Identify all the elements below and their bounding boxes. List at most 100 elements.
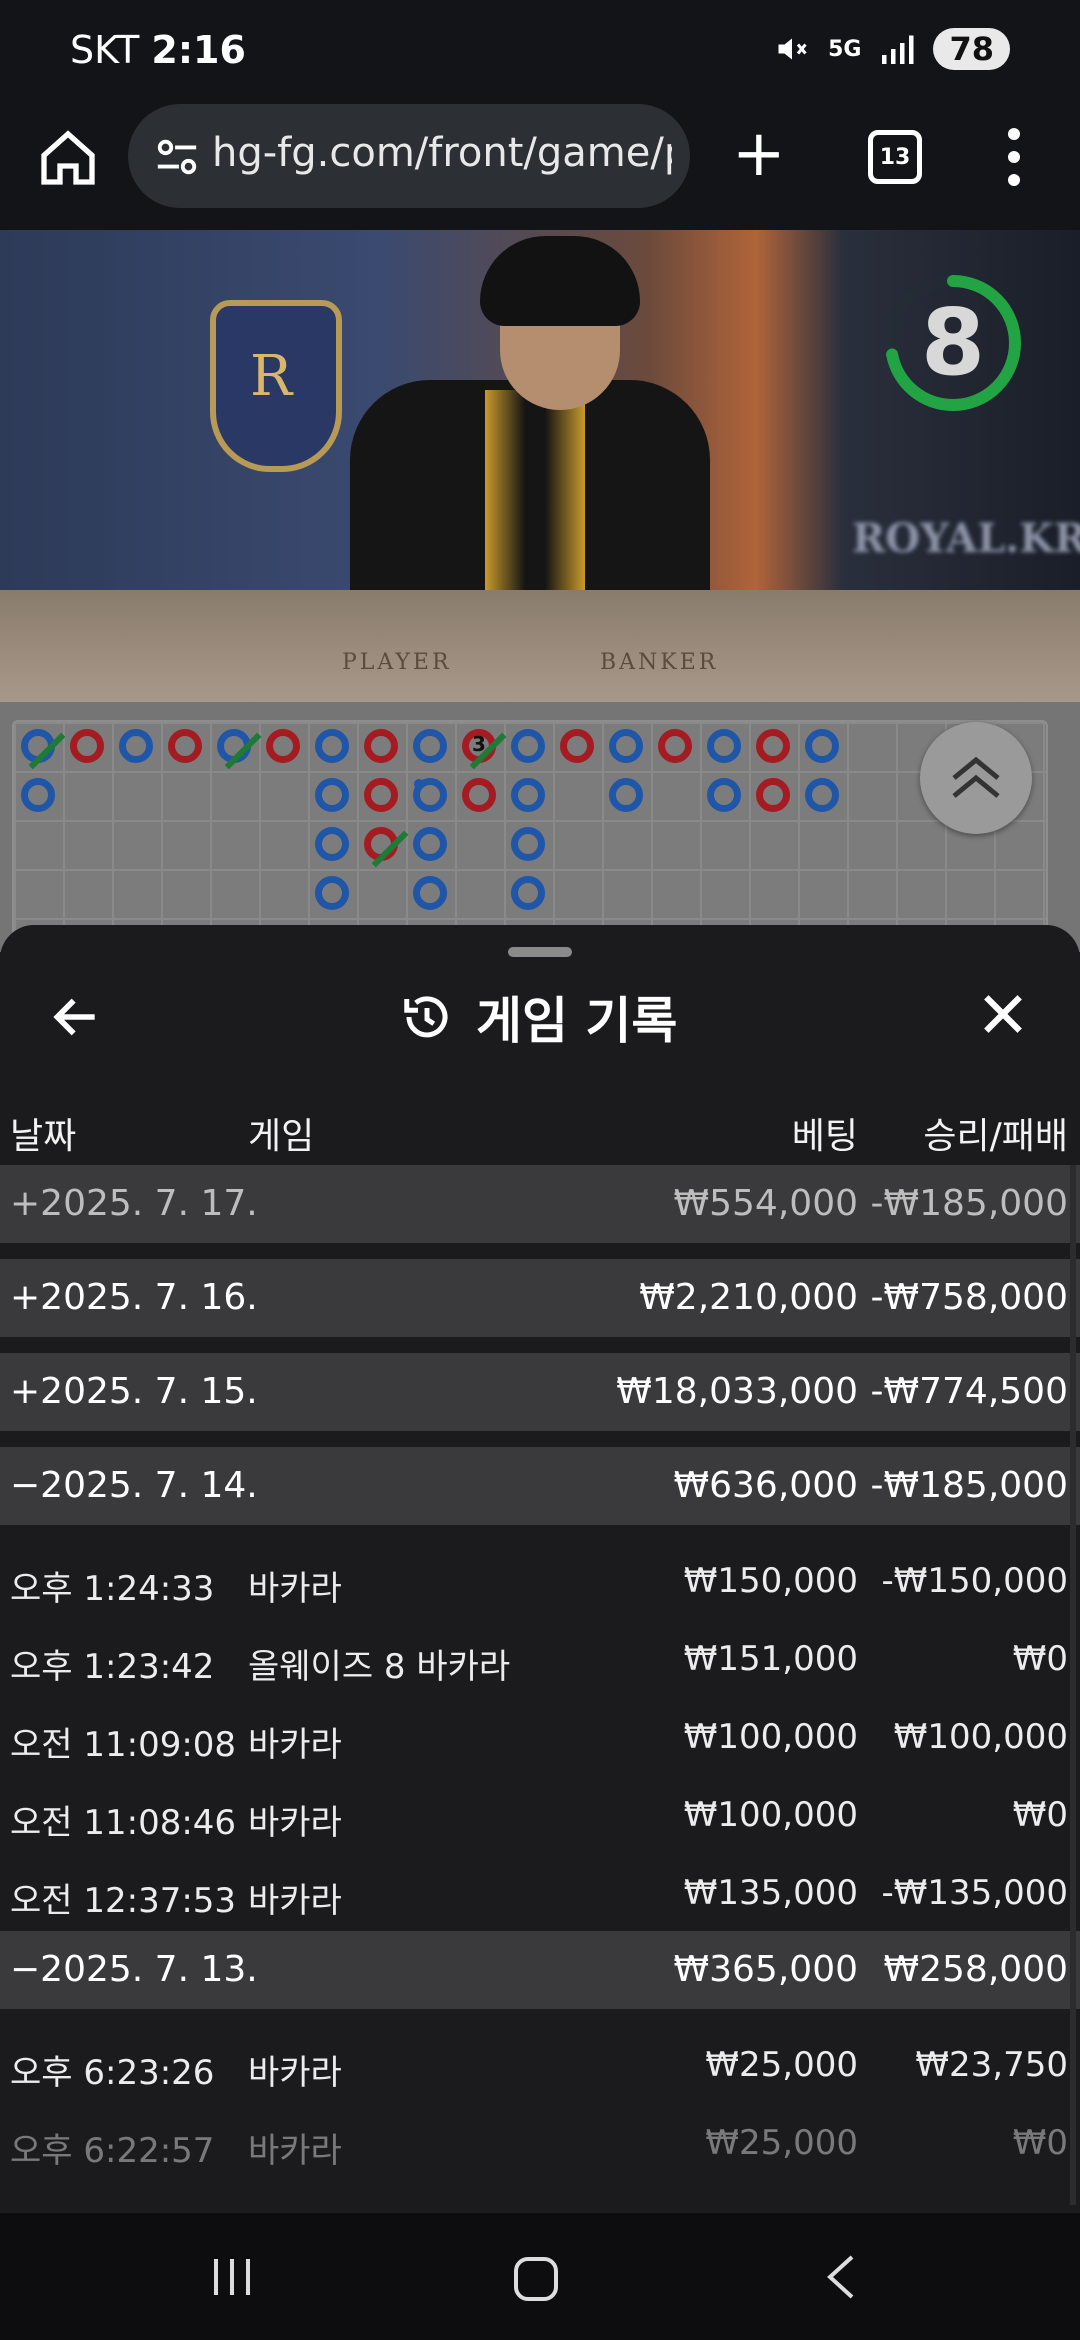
sheet-drag-handle[interactable]	[508, 947, 572, 957]
history-icon	[404, 996, 448, 1038]
game-name: 올웨이즈 8 바카라	[248, 1647, 511, 1687]
column-date: 날짜	[10, 1116, 77, 1157]
expand-roadmap-button[interactable]	[920, 722, 1032, 834]
game-bet: ₩100,000	[683, 1795, 858, 1835]
day-date: +2025. 7. 17.	[10, 1183, 258, 1224]
crest-emblem: R	[210, 300, 342, 472]
day-result-total: -₩758,000	[870, 1277, 1068, 1318]
history-day-row[interactable]: +2025. 7. 16. ₩2,210,000 -₩758,000	[0, 1259, 1080, 1337]
game-result: ₩23,750	[915, 2045, 1068, 2085]
timer-value: 8	[920, 289, 985, 396]
game-time: 오후 6:23:26	[10, 2053, 215, 2093]
history-game-row[interactable]: 오후 1:23:42 올웨이즈 8 바카라 ₩151,000 ₩0	[0, 1619, 1080, 1697]
game-name: 바카라	[248, 1803, 342, 1843]
live-video-stream[interactable]: R PLAYER BANKER 8 ROYAL.KR	[0, 230, 1080, 702]
battery-badge: 78	[933, 28, 1010, 70]
baccarat-table	[0, 590, 1080, 702]
status-carrier-time: SKT 2:16	[70, 28, 246, 72]
bead-player	[413, 729, 447, 763]
day-date: +2025. 7. 15.	[10, 1371, 258, 1412]
column-result: 승리/패배	[923, 1116, 1068, 1157]
day-date: −2025. 7. 13.	[10, 1949, 258, 1990]
game-result: ₩0	[1012, 1639, 1068, 1679]
bead-banker	[266, 729, 300, 763]
bead-banker: 3	[462, 729, 507, 770]
url-text[interactable]: hg-fg.com/front/game/p	[212, 130, 672, 176]
system-nav-bar	[0, 2213, 1080, 2340]
brand-watermark: ROYAL.KR	[852, 515, 1080, 562]
bead-banker	[364, 778, 398, 812]
game-time: 오후 6:22:57	[10, 2131, 215, 2171]
bead-player	[413, 876, 447, 910]
game-result: ₩100,000	[893, 1717, 1068, 1757]
game-name: 바카라	[248, 1569, 342, 1609]
day-result-total: -₩185,000	[870, 1183, 1068, 1224]
history-game-row[interactable]: 오후 1:24:33 바카라 ₩150,000 -₩150,000	[0, 1541, 1080, 1619]
bead-player	[217, 729, 262, 770]
history-game-row[interactable]: 오후 6:23:26 바카라 ₩25,000 ₩23,750	[0, 2025, 1080, 2103]
column-game: 게임	[248, 1116, 315, 1157]
bead-player	[805, 729, 839, 763]
day-bet-total: ₩18,033,000	[616, 1371, 858, 1412]
bead-player	[511, 778, 545, 812]
browser-toolbar: hg-fg.com/front/game/p + 13	[0, 100, 1080, 230]
history-day-row[interactable]: +2025. 7. 17. ₩554,000 -₩185,000	[0, 1165, 1080, 1243]
recent-apps-icon[interactable]	[210, 2255, 254, 2299]
bead-player	[315, 827, 349, 861]
bead-player	[609, 729, 643, 763]
day-bet-total: ₩365,000	[673, 1949, 858, 1990]
bead-road-grid: 3	[12, 720, 1048, 956]
site-settings-icon[interactable]	[154, 134, 200, 180]
bead-player	[21, 778, 55, 812]
tab-switcher-button[interactable]: 13	[868, 130, 922, 184]
day-result-total: -₩185,000	[870, 1465, 1068, 1506]
game-time: 오전 11:09:08	[10, 1725, 237, 1765]
game-history-sheet: 게임 기록 날짜 게임 베팅 승리/패배 +2025. 7. 17. ₩554,0…	[0, 925, 1080, 2213]
game-result: ₩0	[1012, 2123, 1068, 2163]
history-day-row[interactable]: −2025. 7. 13. ₩365,000 ₩258,000	[0, 1931, 1080, 2009]
bead-player	[315, 778, 349, 812]
tie-mark	[224, 732, 262, 770]
history-scrollbar[interactable]	[1070, 1165, 1076, 2205]
history-game-row[interactable]: 오전 11:09:08 바카라 ₩100,000 ₩100,000	[0, 1697, 1080, 1775]
bead-road-panel: 3	[0, 702, 1080, 956]
game-bet: ₩151,000	[683, 1639, 858, 1679]
bead-player	[805, 778, 839, 812]
more-menu-icon[interactable]	[1004, 122, 1024, 192]
bead-banker	[756, 729, 790, 763]
bead-player	[707, 778, 741, 812]
dealer-lapel	[485, 390, 585, 590]
game-result: ₩0	[1012, 1795, 1068, 1835]
history-game-row[interactable]: 오전 12:37:53 바카라 ₩135,000 -₩135,000	[0, 1853, 1080, 1931]
bead-banker	[756, 778, 790, 812]
new-tab-icon[interactable]: +	[732, 122, 786, 186]
back-nav-icon[interactable]	[820, 2251, 860, 2303]
bead-player	[413, 778, 447, 812]
history-game-row[interactable]: 오후 6:22:57 바카라 ₩25,000 ₩0	[0, 2103, 1080, 2181]
pair-dot	[414, 779, 424, 789]
bead-player	[609, 778, 643, 812]
sheet-title-text: 게임 기록	[476, 992, 678, 1050]
home-icon[interactable]	[36, 126, 100, 190]
chevron-up-double-icon	[952, 756, 1000, 798]
game-time: 오전 11:08:46	[10, 1803, 237, 1843]
close-icon[interactable]	[978, 989, 1028, 1039]
tie-count: 3	[472, 732, 486, 756]
sheet-title: 게임 기록	[400, 981, 677, 1053]
game-name: 바카라	[248, 2053, 342, 2093]
address-bar[interactable]: hg-fg.com/front/game/p	[128, 104, 690, 208]
bead-player	[707, 729, 741, 763]
history-game-row[interactable]: 오전 11:08:46 바카라 ₩100,000 ₩0	[0, 1775, 1080, 1853]
history-day-row[interactable]: +2025. 7. 15. ₩18,033,000 -₩774,500	[0, 1353, 1080, 1431]
game-bet: ₩150,000	[683, 1561, 858, 1601]
mute-icon	[778, 38, 807, 60]
history-column-headers: 날짜 게임 베팅 승리/패배	[0, 1095, 1080, 1165]
bead-player	[119, 729, 153, 763]
status-icons: 5G 78	[774, 28, 1010, 70]
back-arrow-icon[interactable]	[48, 989, 104, 1045]
bead-player	[511, 729, 545, 763]
column-bet: 베팅	[791, 1116, 858, 1157]
day-bet-total: ₩2,210,000	[639, 1277, 858, 1318]
history-day-row[interactable]: −2025. 7. 14. ₩636,000 -₩185,000	[0, 1447, 1080, 1525]
home-nav-icon[interactable]	[512, 2255, 560, 2303]
